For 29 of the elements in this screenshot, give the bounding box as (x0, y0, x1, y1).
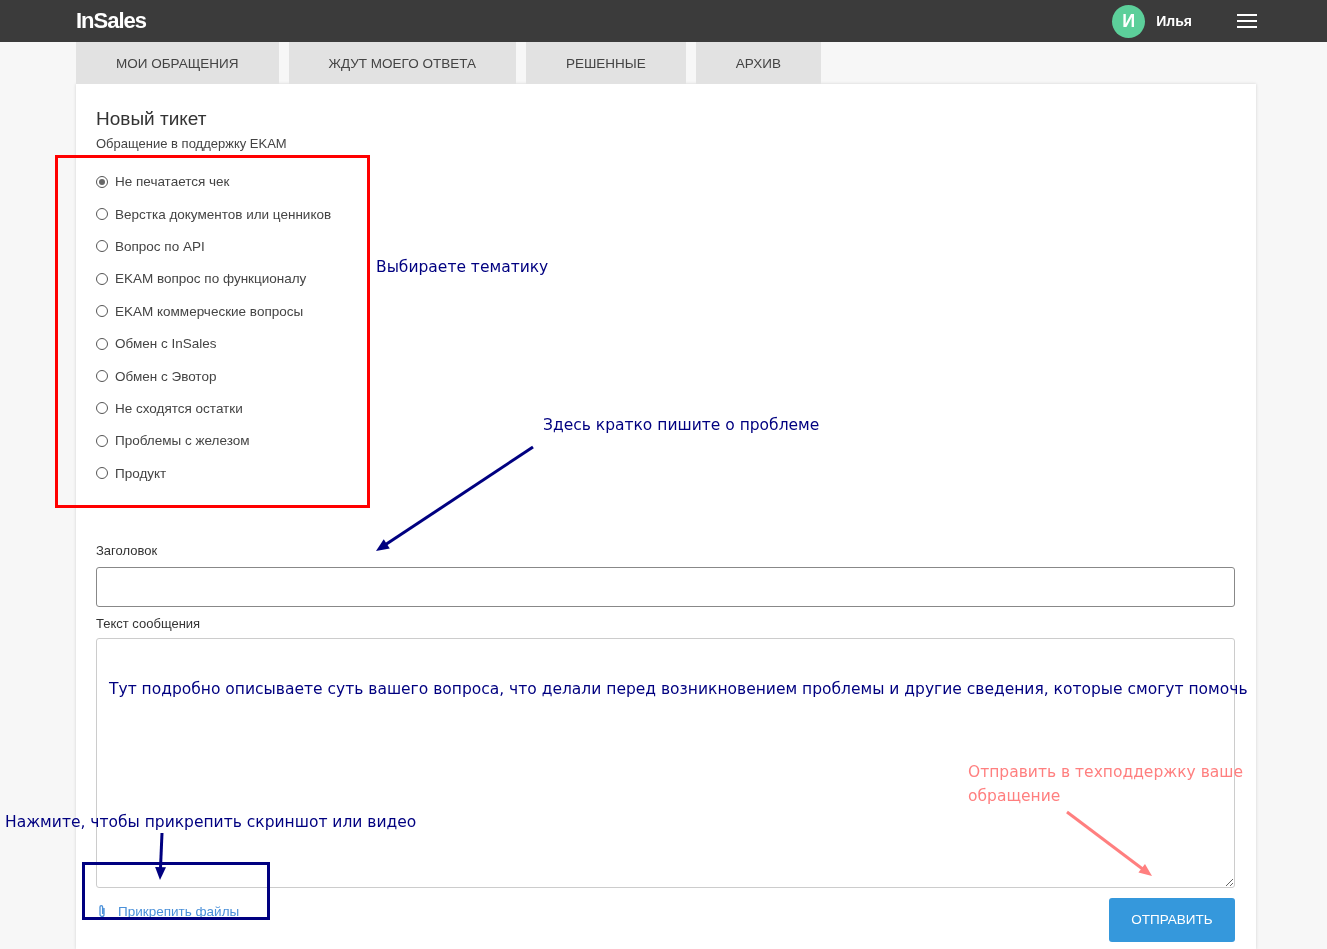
radio-label[interactable]: Вопрос по API (115, 238, 205, 254)
tab[interactable]: ЖДУТ МОЕГО ОТВЕТА (288, 42, 516, 84)
radio-label[interactable]: Не печатается чек (115, 174, 230, 190)
subject-field[interactable] (96, 566, 1235, 607)
radio-label[interactable]: EKAM коммерческие вопросы (115, 303, 304, 319)
tab[interactable]: АРХИВ (695, 42, 821, 84)
tab[interactable]: МОИ ОБРАЩЕНИЯ (76, 42, 279, 84)
field-label: Текст сообщения (96, 615, 202, 631)
radio-label[interactable]: Обмен с InSales (115, 336, 217, 352)
paperclip-icon (98, 904, 106, 919)
field-label: Заголовок (96, 542, 159, 558)
annotation-note: Тут подробно описываете суть вашего вопроса, что делали перед возникновением проблемы и другие сведения, которые смогут помочь (109, 679, 1248, 700)
attach-files-link[interactable]: Прикрепить файлы (96, 897, 240, 919)
radio-label[interactable]: Обмен с Эвотор (115, 368, 217, 384)
radio-label[interactable]: Не сходятся остатки (115, 400, 243, 416)
tab[interactable]: РЕШЕННЫЕ (526, 42, 686, 84)
radio-label[interactable]: EKAM вопрос по функционалу (115, 271, 307, 287)
annotation-note: Отправить в техподдержку ваше обращение (968, 762, 1244, 807)
annotation-note: Выбираете тематику (376, 257, 549, 278)
menu-icon[interactable] (1237, 14, 1257, 28)
form-subtitle: Обращение в поддержку EKAM (96, 136, 288, 151)
form-title: Новый тикет (96, 108, 208, 130)
logo[interactable]: InSales (76, 8, 147, 34)
annotation-note: Нажмите, чтобы прикрепить скриншот или видео (5, 812, 417, 833)
radio-label[interactable]: Верстка документов или ценников (115, 206, 332, 222)
annotation-note: Здесь кратко пишите о проблеме (543, 415, 820, 436)
radio-label[interactable]: Продукт (115, 465, 167, 481)
radio-label[interactable]: Проблемы с железом (115, 433, 250, 449)
user-name[interactable]: Илья (1156, 13, 1192, 29)
